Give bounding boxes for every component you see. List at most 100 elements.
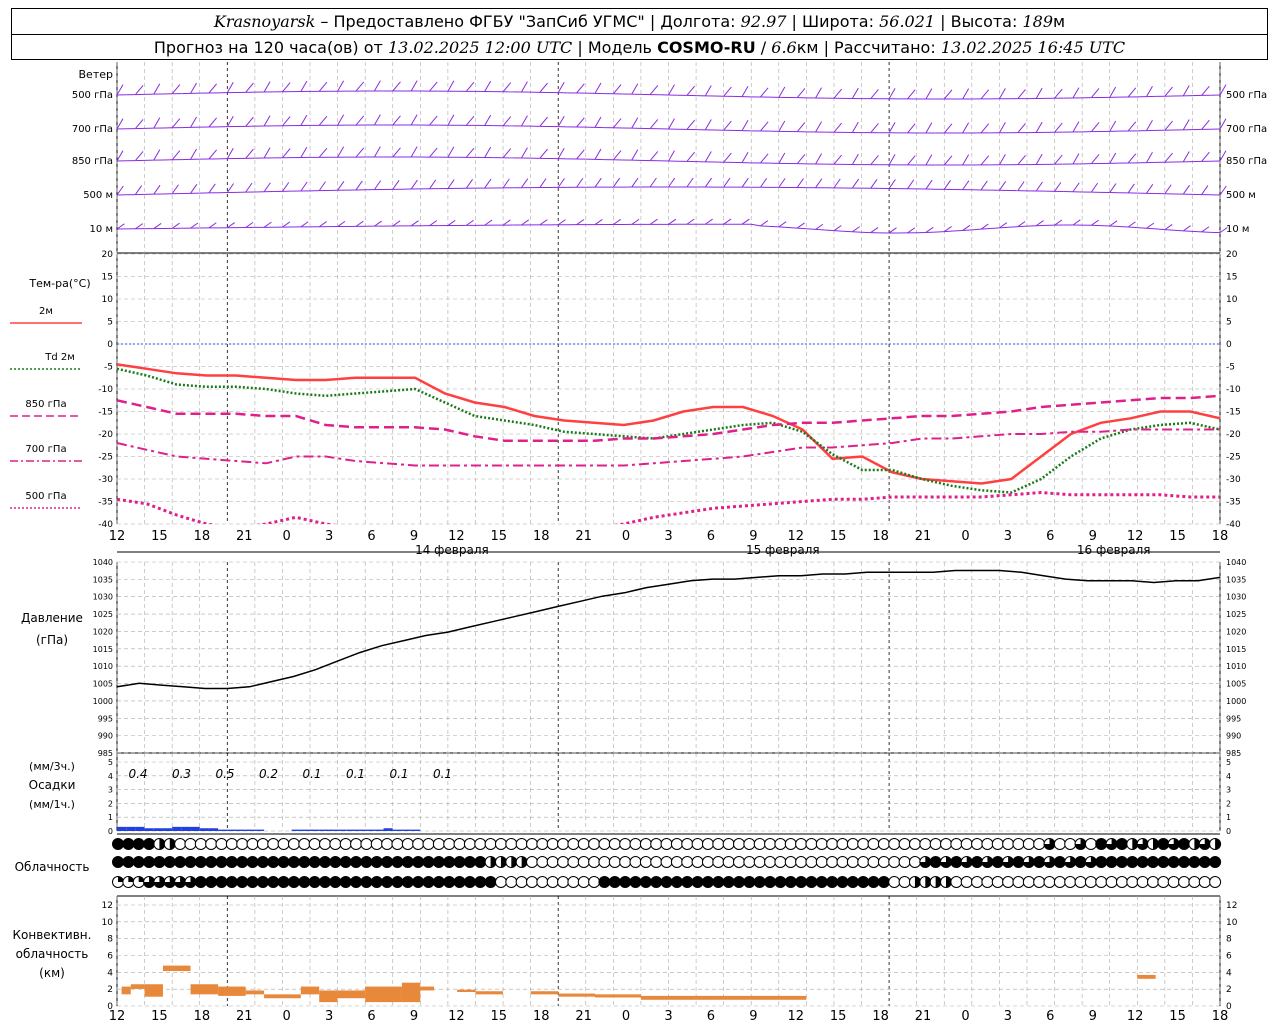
wind-barb [888, 227, 897, 234]
cloud-symbol [319, 838, 331, 850]
cloud-symbol [246, 838, 259, 850]
wind-barb [521, 115, 528, 127]
cloud-symbol [401, 856, 414, 868]
wind-barb [337, 114, 345, 126]
pressure-ytick-right: 1005 [1226, 680, 1246, 689]
cloud-symbol [971, 838, 984, 850]
cloud-symbol [505, 838, 518, 850]
cloud-symbol [598, 876, 611, 888]
cloud-symbol [950, 856, 963, 868]
cloud-symbol [526, 838, 538, 850]
cloud-symbol [826, 856, 839, 868]
cloud-symbol [1084, 876, 1097, 888]
precip-bar [190, 826, 200, 831]
cloud-symbol [753, 838, 766, 850]
hour-label-mid: 3 [325, 529, 333, 544]
conv-unit: (км) [39, 966, 65, 980]
wind-barb [576, 83, 585, 94]
wind-shaft [843, 230, 853, 233]
cloud-symbol [908, 838, 921, 850]
cloud-symbol [619, 856, 632, 868]
wind-shaft [1183, 230, 1193, 232]
wind-barb [704, 119, 712, 131]
cloud-symbol [733, 838, 745, 850]
wind-barb [741, 119, 749, 131]
wind-barb [704, 151, 712, 163]
cloud-symbol [639, 876, 652, 888]
precip-ytick-right: 0 [1226, 827, 1231, 836]
cloud-symbol [639, 856, 652, 868]
cloud-symbol [608, 876, 621, 888]
wind-barb [392, 147, 401, 158]
cloud-symbol [1167, 856, 1180, 868]
cloud-symbol [194, 856, 207, 868]
wind-barb [1182, 151, 1190, 163]
hour-label-mid: 21 [575, 529, 592, 544]
conv-bar [714, 995, 807, 1000]
conv-bar [218, 986, 246, 996]
wind-shaft [1008, 226, 1018, 228]
wind-barb [998, 122, 1006, 134]
wind-barb [374, 220, 383, 227]
wind-barb [1201, 85, 1210, 96]
cloud-symbol [805, 838, 818, 850]
wind-level-label-right: 10 м [1226, 224, 1249, 235]
wind-barb [723, 218, 732, 225]
cloud-symbol [733, 876, 745, 888]
wind-barb [410, 80, 418, 92]
wind-barb [1017, 89, 1026, 99]
cloud-symbol [1012, 838, 1025, 850]
cloud-symbol [598, 838, 611, 850]
precip-3h-label: 0.2 [259, 767, 278, 781]
wind-barb [465, 178, 474, 189]
wind-barb [410, 179, 418, 190]
precip-bar [245, 829, 255, 831]
conv-ytick-right: 4 [1226, 968, 1232, 978]
wind-barb [741, 177, 749, 188]
cloud-symbol [174, 856, 187, 868]
cloud-symbol [443, 838, 456, 850]
wind-barb [686, 177, 694, 188]
wind-barb [888, 88, 896, 100]
cloud-symbol [1033, 876, 1046, 888]
cloud-symbol [526, 856, 538, 868]
cloud-symbol [1105, 856, 1118, 868]
cloud-symbol [701, 838, 714, 850]
wind-barb [190, 148, 197, 160]
hour-label-bottom: 15 [491, 1009, 508, 1024]
wind-barb [190, 82, 197, 94]
wind-barb [612, 177, 621, 188]
pressure-ytick-left: 1020 [93, 627, 113, 636]
hour-label-mid: 6 [1046, 529, 1054, 544]
wind-barb [392, 180, 400, 190]
precip-ytick-right: 2 [1226, 799, 1231, 808]
wind-barb [778, 86, 786, 98]
cloud-symbol [412, 838, 425, 850]
wind-barb [171, 184, 179, 195]
cloud-symbol [826, 876, 839, 888]
temp-ytick-right: 20 [1226, 250, 1238, 260]
cloud-symbol [722, 876, 735, 888]
conv-ytick-left: 6 [107, 952, 113, 962]
cloud-symbol [546, 838, 559, 850]
wind-barb [373, 180, 382, 190]
cloud-title: Облачность [15, 860, 90, 874]
wind-barb [704, 177, 712, 188]
cloud-symbol [764, 876, 777, 888]
wind-barb [925, 154, 933, 166]
wind-barb [778, 221, 787, 228]
wind-barb [723, 86, 732, 97]
precip-3h-label: 0.1 [346, 767, 365, 781]
cloud-symbol [163, 856, 176, 868]
hour-label-bottom: 18 [1212, 1009, 1229, 1024]
wind-barb [649, 119, 659, 129]
wind-barb [907, 155, 916, 166]
wind-barb [1164, 86, 1173, 97]
pressure-ytick-left: 985 [98, 749, 113, 758]
precip-bar [374, 829, 384, 831]
cloud-symbol [960, 876, 973, 888]
wind-barb [796, 222, 805, 229]
temp-ytick-right: 5 [1226, 318, 1232, 328]
cloud-symbol [888, 838, 901, 850]
precip-3h-label: 0.1 [302, 767, 321, 781]
